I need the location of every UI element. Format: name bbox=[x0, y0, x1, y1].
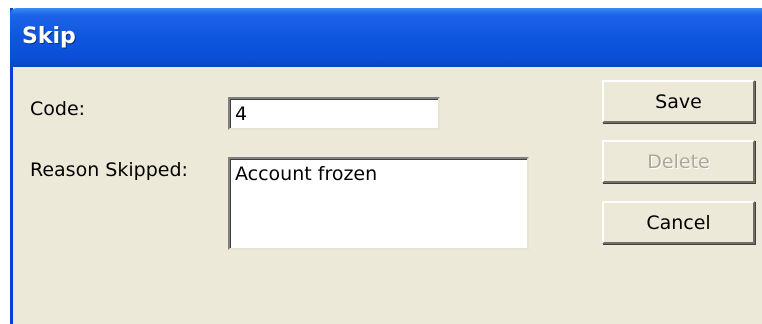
window-title: Skip bbox=[22, 24, 76, 49]
reason-skipped-field[interactable]: Account frozen bbox=[228, 157, 529, 250]
reason-skipped-label: Reason Skipped: bbox=[30, 159, 188, 181]
code-field[interactable]: 4 bbox=[228, 97, 440, 130]
skip-dialog: Skip Code: 4 Reason Skipped: Account fro… bbox=[10, 8, 762, 324]
save-button[interactable]: Save bbox=[602, 80, 755, 123]
delete-button: Delete bbox=[602, 140, 755, 183]
title-bar[interactable]: Skip bbox=[10, 8, 762, 67]
cancel-button[interactable]: Cancel bbox=[602, 201, 755, 244]
code-label: Code: bbox=[30, 98, 86, 120]
